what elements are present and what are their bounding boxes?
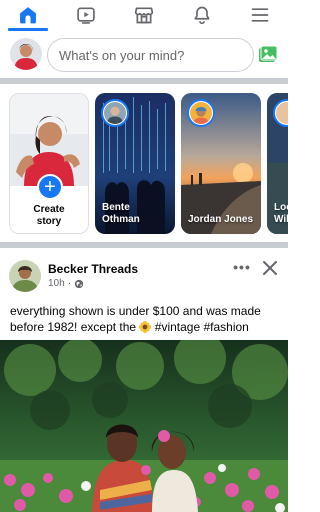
status-input[interactable]: What's on your mind? xyxy=(47,38,254,72)
post-time[interactable]: 10h xyxy=(48,278,65,289)
photo-icon xyxy=(259,45,278,62)
bell-icon xyxy=(194,6,210,25)
create-story-label-line2: story xyxy=(36,216,62,227)
story-name-line2: Wil xyxy=(274,214,288,225)
story-card[interactable]: Loc Wil xyxy=(267,93,288,234)
composer: What's on your mind? xyxy=(0,32,288,78)
create-story-label-line1: Create xyxy=(33,204,65,215)
active-tab-indicator xyxy=(8,28,48,31)
post-text-line1: everything shown is under $100 and was m… xyxy=(10,304,261,318)
sunflower-icon xyxy=(139,321,152,333)
top-nav xyxy=(0,0,288,31)
story-name-line1: Loc xyxy=(274,202,288,213)
stories-tray: + Create story Bente Othman Jordan Jones… xyxy=(0,84,288,242)
close-icon xyxy=(263,261,277,275)
post-text-line2: before 1982! except the #vintage #fashio… xyxy=(10,319,280,335)
hide-post-button[interactable] xyxy=(260,258,280,278)
feed-post: Becker Threads 10h · ••• everything show… xyxy=(0,248,288,512)
menu-icon xyxy=(251,8,269,22)
watch-icon xyxy=(77,7,95,24)
post-author[interactable]: Becker Threads xyxy=(48,262,138,276)
story-avatar xyxy=(187,99,215,127)
avatar[interactable] xyxy=(9,260,41,292)
post-photo[interactable] xyxy=(0,340,288,512)
story-card[interactable]: Bente Othman xyxy=(95,93,175,234)
photo-button[interactable] xyxy=(258,45,278,65)
nav-home-button[interactable] xyxy=(8,2,48,28)
nav-menu-button[interactable] xyxy=(240,2,280,28)
marketplace-icon xyxy=(134,7,154,24)
create-story-photo xyxy=(10,94,88,186)
create-story-label: Create story xyxy=(10,204,88,228)
nav-watch-button[interactable] xyxy=(66,2,106,28)
more-options-button[interactable]: ••• xyxy=(231,258,253,276)
story-card[interactable]: Jordan Jones xyxy=(181,93,261,234)
story-name-line1: Jordan Jones xyxy=(188,214,254,225)
story-name: Bente Othman xyxy=(102,202,172,226)
story-name: Jordan Jones xyxy=(188,214,258,226)
home-icon xyxy=(20,7,36,24)
post-hashtags[interactable]: #vintage #fashion xyxy=(155,320,249,334)
profile-photo xyxy=(10,38,42,70)
author-photo xyxy=(9,260,41,292)
story-avatar xyxy=(101,99,129,127)
story-name: Loc Wil xyxy=(274,202,288,226)
post-text-line2-start: before 1982! except the xyxy=(10,320,140,334)
nav-marketplace-button[interactable] xyxy=(124,2,164,28)
add-story-icon: + xyxy=(37,174,63,200)
avatar[interactable] xyxy=(10,38,42,70)
story-name-line1: Bente xyxy=(102,202,130,213)
globe-icon xyxy=(74,279,84,288)
meta-separator: · xyxy=(67,278,72,289)
nav-notifications-button[interactable] xyxy=(182,2,222,28)
story-name-line2: Othman xyxy=(102,214,140,225)
post-meta: 10h · xyxy=(48,278,84,289)
post-photo-art xyxy=(0,340,288,512)
post-text: everything shown is under $100 and was m… xyxy=(10,303,280,335)
create-story-card[interactable]: + Create story xyxy=(9,93,89,234)
